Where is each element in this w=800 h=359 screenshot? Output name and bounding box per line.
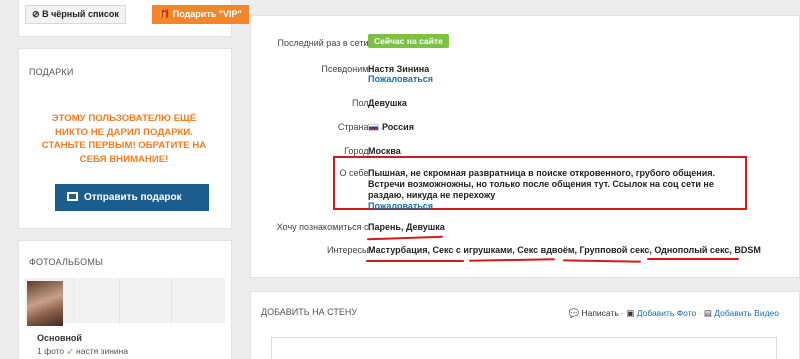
- gender-value: Девушка: [368, 98, 407, 108]
- gift-vip-label: Подарить "VIP": [172, 9, 242, 19]
- wall-actions: 💬 Написать · ▣ Добавить Фото · ▤ Добавит…: [568, 308, 779, 318]
- blacklist-label: В чёрный список: [42, 9, 119, 19]
- blacklist-button[interactable]: ⊘ В чёрный список: [25, 5, 126, 24]
- profile-info-panel: Последний раз в сети: Сейчас на сайте Пс…: [250, 15, 800, 278]
- block-icon: ⊘: [32, 9, 40, 19]
- add-photo-link[interactable]: Добавить Фото: [637, 308, 696, 318]
- wall-panel: ДОБАВИТЬ НА СТЕНУ 💬 Написать · ▣ Добавит…: [250, 291, 800, 359]
- report-nickname-link[interactable]: Пожаловаться: [368, 74, 433, 84]
- profile-actions: ⊘ В чёрный список 🎁 Подарить "VIP": [18, 0, 249, 37]
- nickname-value: Настя Зинина: [368, 64, 430, 74]
- albums-panel: ФОТОАЛЬБОМЫ Основной 1 фото ➶ настя зини…: [18, 240, 232, 359]
- albums-title: ФОТОАЛЬБОМЫ: [29, 257, 104, 267]
- country-label: Страна:: [337, 122, 371, 132]
- album-meta: 1 фото ➶ настя зинина: [37, 346, 128, 357]
- add-video-link[interactable]: Добавить Видео: [714, 308, 779, 318]
- write-post-link[interactable]: Написать: [581, 308, 618, 318]
- gift-icon: 🎁: [159, 9, 171, 19]
- about-label: О себе:: [339, 168, 371, 178]
- underline-annotation: [562, 259, 642, 263]
- chat-icon: 💬: [568, 308, 580, 318]
- album-name[interactable]: Основной: [37, 333, 82, 343]
- underline-annotation: [468, 258, 556, 262]
- gift-icon: [67, 192, 78, 201]
- interests-value: Мастурбация, Секс с игрушками, Секс вдво…: [368, 245, 761, 255]
- send-gift-label: Отправить подарок: [84, 192, 182, 203]
- underline-annotation: [366, 260, 464, 262]
- underline-annotation: [647, 258, 739, 260]
- album-author: настя зинина: [76, 346, 129, 356]
- report-about-link[interactable]: Пожаловаться: [368, 201, 433, 211]
- about-text: Пышная, не скромная развратница в поиске…: [368, 168, 715, 200]
- thumb-divider: [119, 278, 120, 323]
- album-photo-count: 1 фото: [37, 346, 65, 356]
- thumb-divider: [171, 278, 172, 323]
- gifts-empty-message: ЭТОМУ ПОЛЬЗОВАТЕЛЮ ЕЩЁ НИКТО НЕ ДАРИЛ ПО…: [41, 113, 207, 165]
- country-name: Россия: [382, 122, 414, 132]
- album-cover[interactable]: [27, 281, 63, 326]
- gift-vip-button[interactable]: 🎁 Подарить "VIP": [152, 5, 249, 24]
- want-meet-label: Хочу познакомиться с:: [276, 222, 371, 232]
- last-seen-value: Сейчас на сайте: [368, 34, 449, 48]
- heart-icon: ➶: [66, 346, 74, 356]
- about-value: Пышная, не скромная развратница в поиске…: [368, 168, 743, 212]
- city-label: Город:: [344, 146, 371, 156]
- wall-title: ДОБАВИТЬ НА СТЕНУ: [261, 307, 358, 317]
- city-value: Москва: [368, 146, 401, 156]
- send-gift-button[interactable]: Отправить подарок: [55, 184, 209, 211]
- underline-annotation: [366, 235, 444, 241]
- video-icon: ▤: [703, 308, 712, 318]
- flag-ru-icon: [368, 124, 379, 131]
- want-meet-value: Парень, Девушка: [368, 222, 445, 232]
- thumb-divider: [73, 278, 74, 323]
- online-badge: Сейчас на сайте: [368, 34, 449, 48]
- last-seen-label: Последний раз в сети:: [277, 38, 372, 48]
- wall-post-input[interactable]: [271, 337, 777, 359]
- gifts-title: ПОДАРКИ: [29, 67, 74, 77]
- nickname-label: Псевдоним:: [321, 64, 371, 74]
- country-value: Россия: [368, 122, 414, 132]
- photo-icon: ▣: [626, 308, 635, 318]
- interests-label: Интересы:: [327, 245, 371, 255]
